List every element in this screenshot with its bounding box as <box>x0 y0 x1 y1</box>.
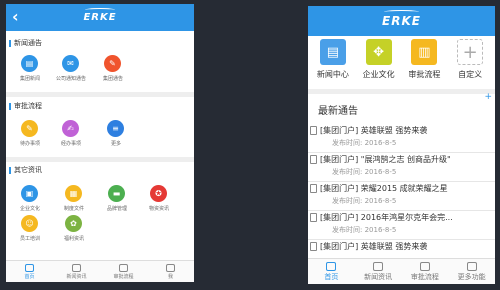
right-phone-screen: ERKE ▤ 新闻中心 ✥ 企业文化 ▥ 审批流程 + 自定义 + 最新通告 [… <box>308 6 495 284</box>
book-icon[interactable]: ▣ <box>21 185 38 202</box>
section-approval: 审批流程 ✎ 待办事项 ✍ 经办事项 ≡ 更多 <box>6 100 194 152</box>
grid-item-label: 品牌管理 <box>106 206 127 212</box>
news-list: [集团门户] 英雄联盟 强势来袭 发布时间: 2016-8-5 [集团门户] "… <box>308 124 495 269</box>
shortcut-news-center[interactable]: ▤ 新闻中心 <box>310 36 356 88</box>
person-icon <box>166 263 175 272</box>
shortcut-culture[interactable]: ✥ 企业文化 <box>356 36 402 88</box>
brand-logo: ERKE <box>83 7 116 23</box>
newspaper-icon: ▤ <box>319 39 346 65</box>
tab-news[interactable]: 新闻资讯 <box>355 259 402 284</box>
shortcut-approval[interactable]: ▥ 审批流程 <box>402 36 448 88</box>
plus-icon: + <box>457 39 484 65</box>
grid-item-label: 福利资讯 <box>63 236 84 242</box>
approval-tab-icon <box>419 261 430 271</box>
puzzle-icon: ✥ <box>365 39 392 65</box>
home-icon <box>326 261 337 271</box>
left-header: ‹ ERKE <box>6 4 194 31</box>
menu-icon[interactable]: ≡ <box>107 120 124 137</box>
news-item[interactable]: [集团门户] 英雄联盟 强势来袭 发布时间: 2016-8-5 <box>308 124 495 153</box>
document-icon <box>310 155 317 164</box>
news-heading: 最新通告 <box>318 106 358 117</box>
grid-item-label: 经办事项 <box>60 141 81 147</box>
left-phone-screen: ‹ ERKE 新闻通告 ▤ 集团新闻 ✉ 公司通知通告 ✎ 集团通告 审批流程 … <box>6 4 194 282</box>
news-item[interactable]: [集团门户] 2016年鸿星尔克年会完... 发布时间: 2016-8-5 <box>308 211 495 240</box>
news-item[interactable]: [集团门户] 荣耀2015 成就荣耀之星 发布时间: 2016-8-5 <box>308 182 495 211</box>
notice-icon[interactable]: ✉ <box>62 55 79 72</box>
grid-item-label: 集团新闻 <box>19 76 40 82</box>
document-icon <box>310 184 317 193</box>
brand-logo: ERKE <box>382 10 421 27</box>
pen-icon[interactable]: ✍ <box>62 120 79 137</box>
divider <box>6 157 194 162</box>
news-tab-icon <box>72 263 81 272</box>
section-title: 审批流程 <box>6 100 194 112</box>
shortcut-customize[interactable]: + 自定义 <box>447 36 493 88</box>
grid-icon[interactable]: ▦ <box>65 185 82 202</box>
megaphone-icon[interactable]: ✎ <box>104 55 121 72</box>
news-item[interactable]: [集团门户] "展鸿鹄之志 创商品升级" 发布时间: 2016-8-5 <box>308 153 495 182</box>
grid-item-label: 制度文件 <box>63 206 84 212</box>
divider <box>6 92 194 97</box>
news-icon[interactable]: ▤ <box>21 55 38 72</box>
document-icon <box>310 126 317 135</box>
document-icon <box>310 213 317 222</box>
edit-icon[interactable]: ✎ <box>21 120 38 137</box>
grid-item-label: 更多 <box>110 141 121 147</box>
grid-item-label: 待办事项 <box>19 141 40 147</box>
expand-icon[interactable]: + <box>484 92 492 102</box>
grid-item-label: 集团通告 <box>102 76 123 82</box>
section-title: 新闻通告 <box>6 37 194 49</box>
approval-tab-icon <box>119 263 128 272</box>
more-icon <box>466 261 477 271</box>
people-icon[interactable]: ☺ <box>21 215 38 232</box>
grid-item-label: 员工培训 <box>19 236 40 242</box>
section-other-info: 其它资讯 ▣ 企业文化 ▦ 制度文件 ▬ 品牌管理 ✪ 物资资讯 ☺ 员工培训 … <box>6 164 194 259</box>
back-icon[interactable]: ‹ <box>12 9 26 25</box>
right-header: ERKE <box>308 6 495 36</box>
tab-news[interactable]: 新闻资讯 <box>53 261 100 282</box>
tab-approval[interactable]: 审批流程 <box>100 261 147 282</box>
news-tab-icon <box>373 261 384 271</box>
shortcut-row: ▤ 新闻中心 ✥ 企业文化 ▥ 审批流程 + 自定义 <box>308 36 495 88</box>
grid-item-label: 企业文化 <box>19 206 40 212</box>
document-icon: ▥ <box>411 39 438 65</box>
section-news: 新闻通告 ▤ 集团新闻 ✉ 公司通知通告 ✎ 集团通告 <box>6 37 194 89</box>
grid-item-label: 物资资讯 <box>148 206 169 212</box>
grid-item-label: 公司通知通告 <box>55 76 86 82</box>
flower-icon[interactable]: ✿ <box>65 215 82 232</box>
tab-me[interactable]: 我 <box>147 261 194 282</box>
home-icon <box>25 263 34 272</box>
award-icon[interactable]: ✪ <box>150 185 167 202</box>
divider <box>308 89 495 94</box>
tab-more[interactable]: 更多功能 <box>448 259 495 284</box>
tab-approval[interactable]: 审批流程 <box>402 259 449 284</box>
tab-home[interactable]: 首页 <box>6 261 53 282</box>
section-title: 其它资讯 <box>6 164 194 176</box>
left-tab-bar: 首页 新闻资讯 审批流程 我 <box>6 260 194 282</box>
briefcase-icon[interactable]: ▬ <box>108 185 125 202</box>
right-tab-bar: 首页 新闻资讯 审批流程 更多功能 <box>308 258 495 284</box>
tab-home[interactable]: 首页 <box>308 259 355 284</box>
document-icon <box>310 242 317 251</box>
